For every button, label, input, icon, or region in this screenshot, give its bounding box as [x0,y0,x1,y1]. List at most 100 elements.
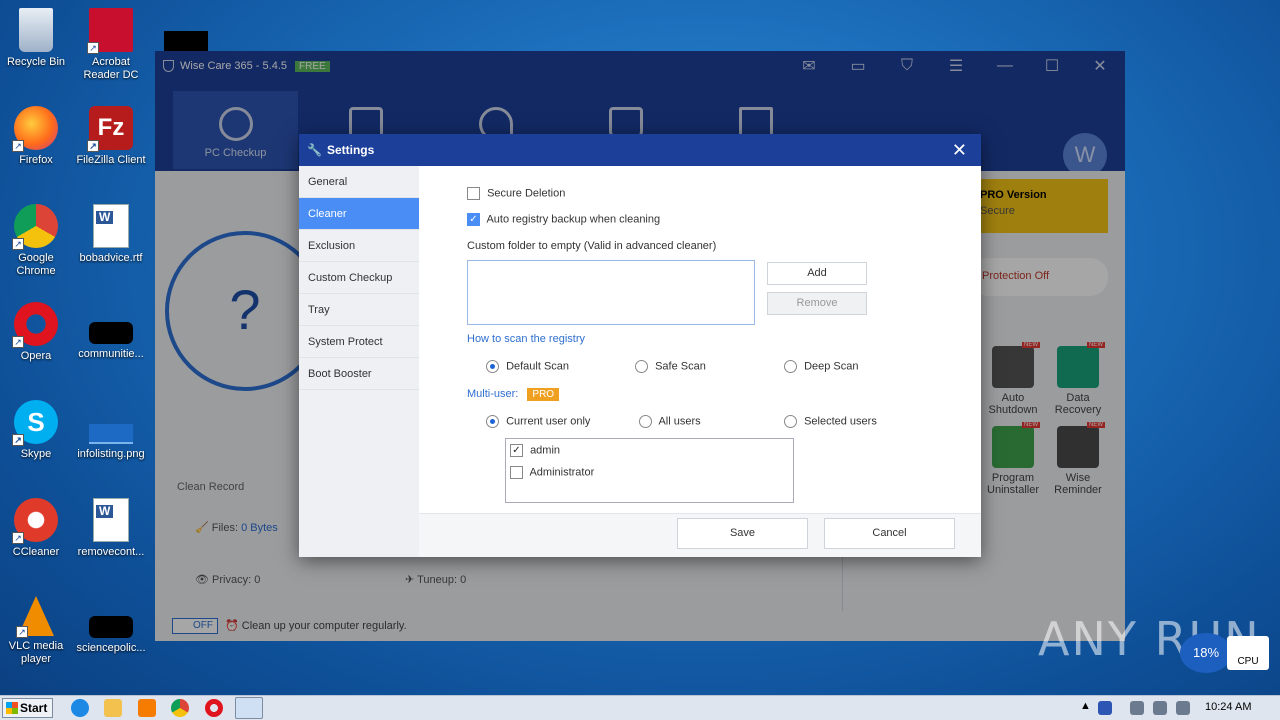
desktop-icon-communities[interactable]: communitie... [76,302,146,361]
word-document-icon: W [93,498,129,542]
custom-folder-label: Custom folder to empty (Valid in advance… [467,240,717,252]
desktop-icon-label: Firefox [19,154,53,166]
chrome-icon: ↗ [12,204,58,250]
custom-folder-list[interactable] [467,260,755,325]
deep-scan-label: Deep Scan [804,360,859,373]
opera-icon[interactable] [205,699,223,717]
desktop-icon-infolisting[interactable]: infolisting.png [76,400,146,461]
recycle-bin-icon [19,8,53,52]
ie-icon[interactable] [71,699,89,717]
desktop-icon-label: Google Chrome [16,252,56,277]
start-button[interactable]: Start [2,698,53,718]
dialog-title-bar: 🔧 Settings [299,134,981,166]
default-scan-radio[interactable] [486,360,499,373]
desktop-icon-ccleaner[interactable]: ↗ CCleaner [1,498,71,559]
list-item[interactable]: Administrator [510,466,594,479]
current-user-radio[interactable] [486,415,499,428]
multiuser-heading: Multi-user: PRO [467,388,560,401]
desktop-icon-sciencepolicy[interactable]: sciencepolic... [76,596,146,655]
secure-deletion-checkbox[interactable] [467,187,480,200]
desktop-icon-chrome[interactable]: ↗ Google Chrome [1,204,71,278]
desktop-icon-skype[interactable]: S ↗ Skype [1,400,71,461]
all-users-radio[interactable] [639,415,652,428]
auto-backup-checkbox[interactable]: ✓ [467,213,480,226]
desktop-icon-removecont[interactable]: W removecont... [76,498,146,559]
default-scan-option[interactable]: Default Scan [486,360,569,373]
auto-backup-option[interactable]: ✓ Auto registry backup when cleaning [467,213,660,226]
sidebar-item-tray[interactable]: Tray [299,294,419,326]
volume-icon[interactable] [1153,701,1167,715]
user-checkbox[interactable] [510,466,523,479]
media-player-icon[interactable] [138,699,156,717]
desktop-icon-label: Skype [20,448,52,460]
current-user-option[interactable]: Current user only [486,415,590,428]
desktop-icon-acrobat[interactable]: ↗ Acrobat Reader DC [76,8,146,82]
user-checkbox[interactable]: ✓ [510,444,523,457]
redacted-file-icon [89,322,133,344]
wise-care-taskbar-icon[interactable] [235,697,263,719]
desktop-icon-firefox[interactable]: ↗ Firefox [1,106,71,167]
sidebar-item-exclusion[interactable]: Exclusion [299,230,419,262]
desktop-icon-label: communitie... [78,348,144,360]
list-item[interactable]: ✓ admin [510,444,560,457]
sidebar-item-custom-checkup[interactable]: Custom Checkup [299,262,419,294]
registry-scan-heading: How to scan the registry [467,333,585,345]
secure-deletion-label: Secure Deletion [487,187,566,200]
network-icon[interactable] [1130,701,1144,715]
sidebar-item-boot-booster[interactable]: Boot Booster [299,358,419,390]
safe-scan-radio[interactable] [635,360,648,373]
explorer-icon[interactable] [104,699,122,717]
acrobat-icon: ↗ [87,8,133,54]
close-icon[interactable]: ✕ [952,140,967,161]
word-document-icon: W [93,204,129,248]
cpu-gauge: 18% [1180,633,1232,673]
desktop-icon-filezilla[interactable]: Fz ↗ FileZilla Client [76,106,146,167]
opera-icon: ↗ [12,302,58,348]
save-button[interactable]: Save [677,518,808,549]
desktop-icon-opera[interactable]: ↗ Opera [1,302,71,363]
multiuser-label: Multi-user: [467,388,519,400]
image-file-icon [89,424,133,444]
safe-scan-label: Safe Scan [655,360,706,373]
desktop-icon-label: CCleaner [12,546,60,558]
sidebar-item-system-protect[interactable]: System Protect [299,326,419,358]
skype-icon: S ↗ [12,400,58,446]
clock[interactable]: 10:24 AM [1205,701,1251,713]
user-name: admin [530,444,561,457]
selected-users-label: Selected users [804,415,877,428]
secure-deletion-option[interactable]: Secure Deletion [467,187,565,200]
taskbar: Start ▲ 10:24 AM [0,695,1280,720]
redacted-icon [164,31,208,51]
default-scan-label: Default Scan [506,360,570,373]
selected-users-option[interactable]: Selected users [784,415,877,428]
wise-tray-icon[interactable] [1098,701,1112,715]
desktop-icon-bobadvice[interactable]: W bobadvice.rtf [76,204,146,265]
vlc-icon: ↗ [16,596,54,638]
safe-scan-option[interactable]: Safe Scan [635,360,706,373]
chrome-icon[interactable] [171,699,189,717]
flag-icon[interactable] [1176,701,1190,715]
tray-chevron-icon[interactable]: ▲ [1080,700,1091,712]
add-button[interactable]: Add [767,262,867,285]
filezilla-icon: Fz ↗ [87,106,133,152]
start-label: Start [20,701,48,715]
desktop-icon-recycle-bin[interactable]: Recycle Bin [1,8,71,69]
sidebar-item-general[interactable]: General [299,166,419,198]
deep-scan-option[interactable]: Deep Scan [784,360,859,373]
cancel-button[interactable]: Cancel [824,518,955,549]
desktop-icon-label: VLC media player [8,640,64,665]
wrench-icon: 🔧 [307,143,322,157]
remove-button[interactable]: Remove [767,292,867,315]
all-users-option[interactable]: All users [639,415,701,428]
sidebar-item-cleaner[interactable]: Cleaner [299,198,419,230]
desktop-icon-label: removecont... [77,546,145,558]
cpu-label: CPU [1237,656,1259,667]
cpu-percent: 18% [1192,645,1220,660]
deep-scan-radio[interactable] [784,360,797,373]
settings-dialog: 🔧 Settings ✕ General Cleaner Exclusion C… [299,134,981,557]
all-users-label: All users [658,415,701,428]
firefox-icon: ↗ [12,106,58,152]
selected-users-radio[interactable] [784,415,797,428]
user-name: Administrator [529,466,595,479]
desktop-icon-vlc[interactable]: ↗ VLC media player [1,596,71,666]
